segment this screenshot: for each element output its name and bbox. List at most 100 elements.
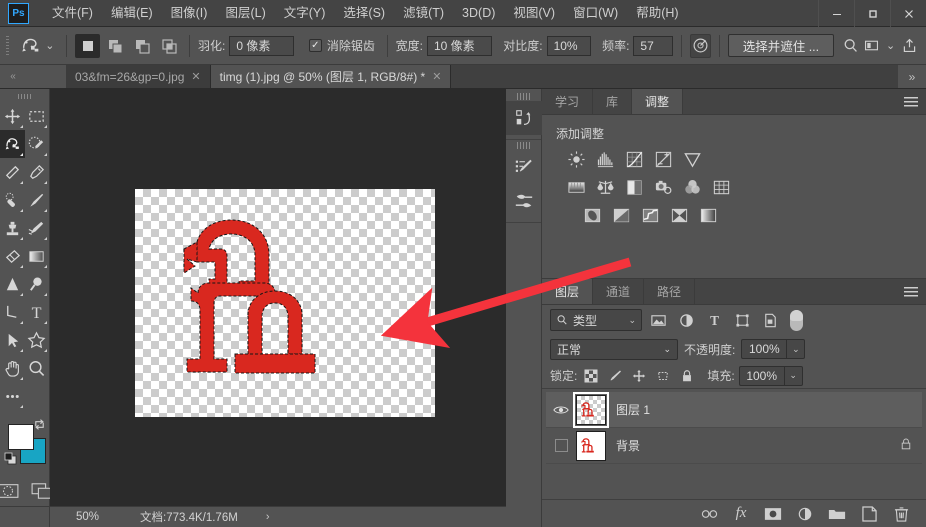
gradient-tool[interactable] bbox=[25, 242, 50, 270]
selective-color-icon[interactable] bbox=[667, 204, 691, 226]
gradient-map-icon[interactable] bbox=[696, 204, 720, 226]
filter-type-icon[interactable]: T bbox=[702, 309, 726, 331]
menu-file[interactable]: 文件(F) bbox=[43, 0, 102, 27]
layers-panel-menu-button[interactable] bbox=[904, 279, 918, 305]
chevron-down-icon[interactable]: ⌄ bbox=[663, 344, 671, 355]
posterize-icon[interactable] bbox=[609, 204, 633, 226]
rail-libraries-icon[interactable] bbox=[506, 101, 542, 135]
swap-colors-icon[interactable] bbox=[33, 418, 46, 434]
document-tab-1[interactable]: 03&fm=26&gp=0.jpg ✕ bbox=[66, 65, 211, 88]
opacity-input[interactable]: 100% bbox=[741, 339, 788, 359]
layer-visibility-toggle[interactable] bbox=[546, 404, 576, 416]
chevron-down-icon[interactable]: ⌄ bbox=[628, 315, 636, 326]
color-balance-icon[interactable] bbox=[593, 176, 617, 198]
lock-position-icon[interactable] bbox=[629, 366, 649, 386]
document-tab-1-close-icon[interactable]: ✕ bbox=[191, 70, 200, 83]
add-layer-mask-icon[interactable] bbox=[764, 505, 782, 523]
search-button[interactable] bbox=[841, 34, 862, 58]
menu-type[interactable]: 文字(Y) bbox=[275, 0, 335, 27]
clone-stamp-tool[interactable] bbox=[0, 214, 25, 242]
options-bar-gripper[interactable] bbox=[6, 35, 10, 56]
zoom-tool[interactable] bbox=[25, 354, 50, 382]
document-size-info[interactable]: 文档:773.4K/1.76M › bbox=[140, 509, 269, 525]
tab-libraries[interactable]: 库 bbox=[593, 89, 633, 114]
menu-help[interactable]: 帮助(H) bbox=[627, 0, 687, 27]
rail-gripper-1[interactable] bbox=[516, 93, 531, 100]
tab-paths[interactable]: 路径 bbox=[644, 279, 696, 304]
hue-saturation-icon[interactable] bbox=[564, 176, 588, 198]
black-white-icon[interactable] bbox=[622, 176, 646, 198]
add-to-selection-button[interactable] bbox=[102, 34, 127, 58]
frequency-input[interactable]: 57 bbox=[633, 35, 673, 56]
default-colors-icon[interactable] bbox=[4, 452, 17, 465]
vibrance-icon[interactable] bbox=[680, 148, 704, 170]
adjustments-panel-menu-button[interactable] bbox=[904, 89, 918, 115]
threshold-icon[interactable] bbox=[638, 204, 662, 226]
link-layers-icon[interactable] bbox=[700, 505, 718, 523]
color-lookup-icon[interactable] bbox=[709, 176, 733, 198]
edit-toolbar-tool[interactable] bbox=[0, 382, 25, 410]
fill-stepper[interactable]: ⌄ bbox=[784, 365, 803, 386]
filter-shape-icon[interactable] bbox=[730, 309, 754, 331]
eraser-tool[interactable] bbox=[0, 242, 25, 270]
delete-layer-icon[interactable] bbox=[892, 505, 910, 523]
intersect-with-selection-button[interactable] bbox=[156, 34, 181, 58]
menu-view[interactable]: 视图(V) bbox=[504, 0, 564, 27]
pen-tool[interactable] bbox=[0, 298, 25, 326]
opacity-stepper[interactable]: ⌄ bbox=[787, 339, 806, 359]
rectangular-marquee-tool[interactable] bbox=[25, 102, 50, 130]
minimize-button[interactable] bbox=[818, 0, 854, 27]
menu-select[interactable]: 选择(S) bbox=[334, 0, 394, 27]
magnetic-lasso-tool[interactable] bbox=[0, 130, 25, 158]
levels-icon[interactable] bbox=[593, 148, 617, 170]
path-selection-tool[interactable] bbox=[0, 326, 25, 354]
spot-healing-brush-tool[interactable] bbox=[0, 186, 25, 214]
filter-adjustment-icon[interactable] bbox=[674, 309, 698, 331]
antialias-checkbox-wrap[interactable]: ✓ 消除锯齿 bbox=[308, 37, 379, 54]
blur-tool[interactable] bbox=[0, 270, 25, 298]
status-arrow-icon[interactable]: › bbox=[266, 511, 270, 523]
tab-adjustments[interactable]: 调整 bbox=[632, 89, 684, 114]
subtract-from-selection-button[interactable] bbox=[129, 34, 154, 58]
layer-thumbnail[interactable] bbox=[573, 391, 609, 428]
lock-transparent-pixels-icon[interactable] bbox=[581, 366, 601, 386]
dodge-tool[interactable] bbox=[25, 270, 50, 298]
add-layer-style-icon[interactable]: fx bbox=[732, 505, 750, 523]
layer-name[interactable]: 背景 bbox=[616, 437, 640, 454]
history-brush-tool[interactable] bbox=[25, 214, 50, 242]
horizontal-type-tool[interactable]: T bbox=[25, 298, 50, 326]
new-layer-icon[interactable] bbox=[860, 505, 878, 523]
invert-icon[interactable] bbox=[580, 204, 604, 226]
filter-type-select[interactable]: 类型 ⌄ bbox=[550, 309, 642, 331]
lock-artboard-nesting-icon[interactable] bbox=[653, 366, 673, 386]
quick-selection-tool[interactable] bbox=[25, 130, 50, 158]
fill-input[interactable]: 100% bbox=[738, 365, 785, 386]
table-row[interactable]: 背景 bbox=[546, 428, 922, 464]
custom-shape-tool[interactable] bbox=[25, 326, 50, 354]
contrast-input[interactable]: 10% bbox=[546, 35, 591, 56]
layer-name[interactable]: 图层 1 bbox=[616, 401, 650, 418]
brush-tool[interactable] bbox=[25, 186, 50, 214]
rail-brush-settings-icon[interactable] bbox=[506, 150, 542, 184]
workspace-button[interactable] bbox=[861, 34, 882, 58]
layer-visibility-toggle[interactable] bbox=[546, 439, 576, 452]
share-button[interactable] bbox=[899, 34, 920, 58]
layer-thumbnail[interactable] bbox=[576, 430, 606, 461]
new-group-icon[interactable] bbox=[828, 505, 846, 523]
maximize-button[interactable] bbox=[854, 0, 890, 27]
foreground-color-swatch[interactable] bbox=[8, 424, 34, 450]
tools-panel-gripper[interactable] bbox=[17, 92, 32, 100]
tab-learn[interactable]: 学习 bbox=[542, 89, 594, 114]
blend-mode-select[interactable]: 正常 ⌄ bbox=[550, 338, 678, 360]
menu-edit[interactable]: 编辑(E) bbox=[102, 0, 162, 27]
filter-pixel-icon[interactable] bbox=[646, 309, 670, 331]
canvas-area[interactable]: 50% 文档:773.4K/1.76M › bbox=[50, 89, 506, 527]
pen-pressure-button[interactable] bbox=[689, 33, 711, 58]
toolbar-collapse-icon[interactable]: « bbox=[0, 65, 26, 88]
brightness-contrast-icon[interactable] bbox=[564, 148, 588, 170]
menu-image[interactable]: 图像(I) bbox=[162, 0, 217, 27]
active-tool-indicator[interactable]: ⌄ bbox=[16, 35, 58, 57]
eyedropper-tool[interactable] bbox=[25, 158, 50, 186]
menu-3d[interactable]: 3D(D) bbox=[453, 0, 504, 27]
rail-gripper-2[interactable] bbox=[516, 142, 531, 149]
